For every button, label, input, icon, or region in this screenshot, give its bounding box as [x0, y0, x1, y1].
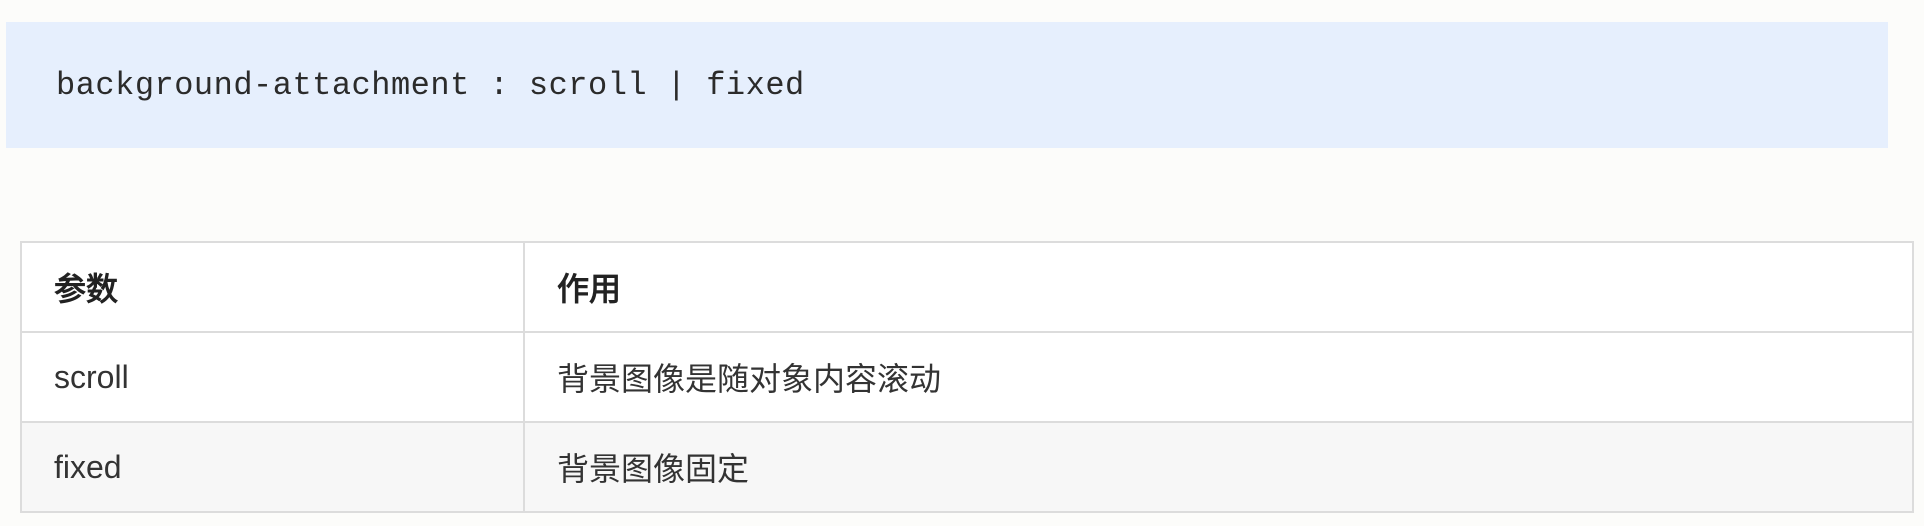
page: background-attachment : scroll | fixed 参… [0, 0, 1924, 526]
code-block: background-attachment : scroll | fixed [6, 22, 1888, 148]
code-syntax: background-attachment : scroll | fixed [56, 66, 805, 104]
header-effect: 作用 [523, 241, 1914, 333]
table-row: fixed 背景图像固定 [20, 421, 1914, 513]
parameter-table: 参数 作用 scroll 背景图像是随对象内容滚动 fixed 背景图像固定 [20, 241, 1914, 513]
table-header-row: 参数 作用 [20, 241, 1914, 333]
header-param: 参数 [20, 241, 525, 333]
param-cell: scroll [20, 331, 525, 423]
table-row: scroll 背景图像是随对象内容滚动 [20, 331, 1914, 423]
effect-cell: 背景图像固定 [523, 421, 1914, 513]
effect-cell: 背景图像是随对象内容滚动 [523, 331, 1914, 423]
param-cell: fixed [20, 421, 525, 513]
